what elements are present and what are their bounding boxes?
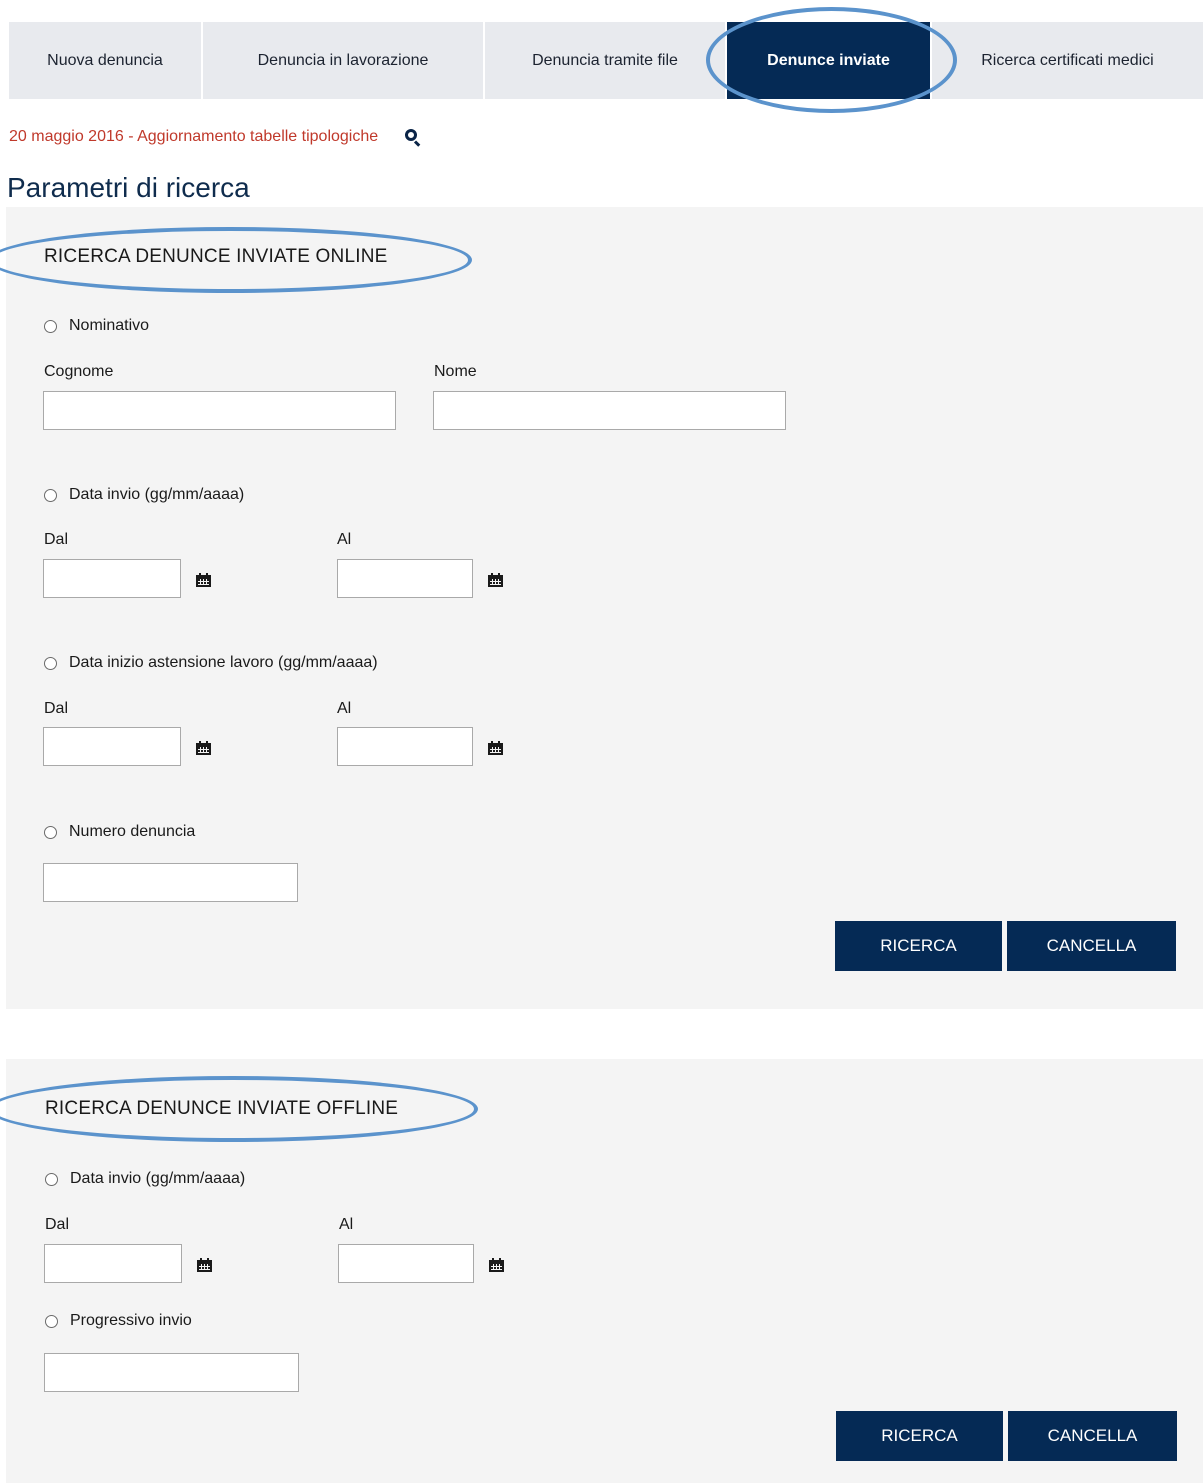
radio-label: Numero denuncia [69, 823, 196, 840]
radio-nominativo[interactable]: Nominativo [44, 317, 149, 335]
tab-denunce-inviate[interactable]: Denunce inviate [727, 22, 932, 99]
calendar-icon[interactable] [196, 573, 211, 587]
radio-label: Data invio (gg/mm/aaaa) [70, 1170, 246, 1187]
online-search-button[interactable]: RICERCA [835, 921, 1002, 971]
notice-link[interactable]: 20 maggio 2016 - Aggiornamento tabelle t… [9, 128, 378, 146]
radio-label: Progressivo invio [70, 1312, 192, 1329]
radio-button[interactable] [44, 825, 57, 839]
radio-button[interactable] [44, 488, 57, 502]
offline-cancel-button[interactable]: CANCELLA [1008, 1411, 1177, 1461]
radio-progressivo-invio[interactable]: Progressivo invio [45, 1312, 192, 1330]
tab-nuova-denuncia[interactable]: Nuova denuncia [9, 22, 203, 99]
online-search-panel: RICERCA DENUNCE INVIATE ONLINE Nominativ… [0, 207, 1203, 1009]
offline-dal-label: Dal [45, 1216, 70, 1233]
nome-label: Nome [434, 363, 477, 380]
offline-al-label: Al [339, 1216, 354, 1233]
cognome-label: Cognome [44, 363, 114, 380]
radio-numero-denuncia[interactable]: Numero denuncia [44, 823, 195, 841]
search-icon[interactable] [404, 128, 422, 147]
offline-al-input[interactable] [338, 1244, 474, 1283]
offline-dal-input[interactable] [44, 1244, 182, 1283]
cognome-input[interactable] [43, 391, 396, 430]
data-invio-dal-label: Dal [44, 531, 69, 548]
offline-search-panel: RICERCA DENUNCE INVIATE OFFLINE Data inv… [0, 1059, 1203, 1483]
data-inizio-dal-input[interactable] [43, 727, 181, 766]
data-invio-al-input[interactable] [337, 559, 473, 598]
radio-button[interactable] [45, 1172, 58, 1186]
data-inizio-al-input[interactable] [337, 727, 473, 766]
data-inizio-al-label: Al [337, 700, 352, 717]
radio-button[interactable] [45, 1314, 58, 1328]
tab-denuncia-in-lavorazione[interactable]: Denuncia in lavorazione [203, 22, 485, 99]
nome-input[interactable] [433, 391, 786, 430]
numero-denuncia-input[interactable] [43, 863, 298, 902]
data-invio-al-label: Al [337, 531, 352, 548]
tab-denuncia-tramite-file[interactable]: Denuncia tramite file [485, 22, 727, 99]
radio-data-inizio-astensione[interactable]: Data inizio astensione lavoro (gg/mm/aaa… [44, 654, 378, 672]
data-invio-dal-input[interactable] [43, 559, 181, 598]
calendar-icon[interactable] [197, 1258, 212, 1272]
online-section-title: RICERCA DENUNCE INVIATE ONLINE [44, 246, 388, 267]
progressivo-invio-input[interactable] [44, 1353, 299, 1392]
calendar-icon[interactable] [489, 1258, 504, 1272]
main-tabs: Nuova denuncia Denuncia in lavorazione D… [9, 22, 1203, 99]
offline-section-title: RICERCA DENUNCE INVIATE OFFLINE [45, 1098, 399, 1119]
offline-search-button[interactable]: RICERCA [836, 1411, 1003, 1461]
notice-row: 20 maggio 2016 - Aggiornamento tabelle t… [9, 128, 422, 147]
calendar-icon[interactable] [488, 573, 503, 587]
radio-data-invio[interactable]: Data invio (gg/mm/aaaa) [44, 486, 244, 504]
radio-label: Nominativo [69, 317, 150, 334]
radio-button[interactable] [44, 319, 57, 333]
calendar-icon[interactable] [488, 741, 503, 755]
radio-label: Data invio (gg/mm/aaaa) [69, 486, 245, 503]
radio-label: Data inizio astensione lavoro (gg/mm/aaa… [69, 654, 378, 671]
data-inizio-dal-label: Dal [44, 700, 69, 717]
page-title: Parametri di ricerca [7, 172, 250, 203]
online-cancel-button[interactable]: CANCELLA [1007, 921, 1176, 971]
tab-ricerca-certificati-medici[interactable]: Ricerca certificati medici [932, 22, 1203, 99]
calendar-icon[interactable] [196, 741, 211, 755]
radio-offline-data-invio[interactable]: Data invio (gg/mm/aaaa) [45, 1170, 245, 1188]
radio-button[interactable] [44, 656, 57, 670]
